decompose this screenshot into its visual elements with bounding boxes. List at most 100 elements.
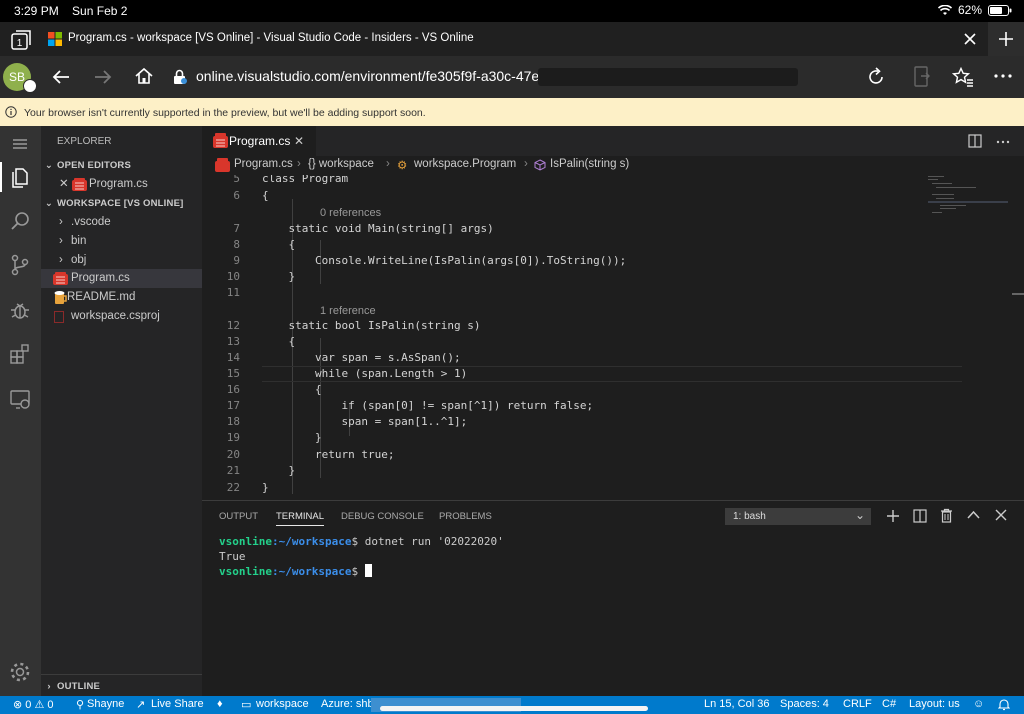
chevron-down-icon: ⌄ — [854, 508, 865, 522]
profile-avatar[interactable]: SB — [3, 63, 37, 93]
info-icon — [5, 106, 17, 118]
chevron-down-icon: ⌄ — [44, 160, 54, 171]
browser-toolbar: SB online.visualstudio.com/environment/f… — [0, 56, 1024, 98]
remote-explorer-icon[interactable] — [8, 387, 32, 411]
line-number: 9 — [233, 254, 240, 267]
more-actions-icon[interactable] — [996, 140, 1010, 144]
line-number: 17 — [226, 399, 240, 412]
keyboard-layout-indicator[interactable]: Layout: us — [909, 698, 960, 710]
open-editors-header[interactable]: ⌄ OPEN EDITORS — [41, 156, 202, 175]
more-options-icon[interactable] — [994, 74, 1012, 78]
extensions-icon[interactable] — [8, 342, 32, 366]
active-view-indicator — [0, 162, 2, 192]
code-lens-references[interactable]: 0 references — [320, 207, 381, 219]
tabs-overview-button[interactable]: 1 — [11, 30, 31, 50]
folder-icon: ▭ — [241, 699, 252, 711]
battery-icon — [988, 4, 1012, 16]
method-icon — [534, 159, 546, 171]
open-editor-item[interactable]: ✕ Program.cs — [41, 175, 202, 194]
bottom-panel: OUTPUT TERMINAL DEBUG CONSOLE PROBLEMS 1… — [202, 500, 1024, 696]
tree-item-program-cs[interactable]: Program.cs — [41, 269, 202, 288]
terminal-cursor — [364, 564, 372, 577]
tree-item-readme[interactable]: README.md — [41, 288, 202, 307]
code-line: var span = s.AsSpan(); — [262, 351, 461, 364]
ios-status-bar: 3:29 PM Sun Feb 2 62% — [0, 0, 1024, 22]
trash-icon[interactable] — [940, 508, 953, 523]
home-icon[interactable] — [134, 67, 154, 85]
code-line: return true; — [262, 448, 395, 461]
terminal-select[interactable]: 1: bash ⌄ — [725, 508, 871, 525]
project-file-icon — [54, 311, 64, 323]
eol-indicator[interactable]: CRLF — [843, 698, 872, 710]
prompt-path: :~/workspace — [271, 565, 352, 578]
tree-item-bin[interactable]: › bin — [41, 232, 202, 251]
back-icon[interactable] — [52, 69, 70, 85]
explorer-sidebar: EXPLORER ⌄ OPEN EDITORS ✕ Program.cs ⌄ WOR… — [41, 126, 202, 696]
code-editor[interactable]: 5 class Program 6 { 0 references 7 stati… — [202, 175, 1024, 500]
close-tab-icon[interactable] — [963, 32, 977, 46]
search-icon[interactable] — [8, 209, 32, 233]
notifications-bell-icon[interactable] — [998, 698, 1010, 711]
workspace-header[interactable]: ⌄ WORKSPACE [VS ONLINE] — [41, 194, 202, 213]
tree-item-vscode[interactable]: › .vscode — [41, 213, 202, 232]
favorites-icon[interactable] — [952, 67, 974, 87]
breadcrumb-method[interactable]: IsPalin(string s) — [550, 158, 629, 170]
minimap[interactable] — [926, 175, 1012, 219]
new-terminal-icon[interactable] — [886, 509, 900, 523]
split-terminal-icon[interactable] — [913, 509, 927, 523]
live-share-icon: ↗ — [136, 699, 146, 711]
prompt-path: :~/workspace — [271, 535, 352, 548]
workspace-indicator[interactable]: workspace — [256, 698, 309, 710]
user-indicator[interactable]: Shayne — [87, 698, 124, 710]
forward-icon[interactable] — [94, 69, 112, 85]
tab-terminal[interactable]: TERMINAL — [276, 511, 324, 522]
url-field[interactable]: online.visualstudio.com/environment/fe30… — [196, 68, 559, 84]
explorer-icon[interactable] — [8, 165, 32, 189]
line-number: 22 — [226, 481, 240, 494]
browser-tab-title[interactable]: Program.cs - workspace [VS Online] - Vis… — [68, 32, 474, 44]
indentation-indicator[interactable]: Spaces: 4 — [780, 698, 829, 710]
line-number: 20 — [226, 448, 240, 461]
tree-item-csproj[interactable]: workspace.csproj — [41, 307, 202, 326]
lock-icon[interactable] — [173, 69, 187, 85]
code-lens-references[interactable]: 1 reference — [320, 305, 376, 317]
wifi-icon — [937, 4, 952, 16]
close-icon[interactable]: ✕ — [294, 134, 304, 148]
outline-header[interactable]: › OUTLINE — [41, 677, 202, 696]
feedback-icon[interactable]: ☺ — [973, 698, 984, 710]
azure-account-indicator[interactable]: Azure: shboyer@microsoft.com — [321, 696, 551, 714]
terminal-prompt-end: $ — [351, 565, 365, 578]
cursor-position[interactable]: Ln 15, Col 36 — [704, 698, 769, 710]
settings-gear-icon[interactable] — [8, 660, 32, 684]
code-line: } — [262, 481, 269, 494]
code-line: } — [262, 270, 296, 283]
source-control-icon[interactable] — [8, 253, 32, 277]
language-indicator[interactable]: C# — [882, 698, 896, 710]
terminal-output[interactable]: vsonline:~/workspace$ dotnet run '020220… — [219, 534, 504, 579]
tab-problems[interactable]: PROBLEMS — [439, 511, 492, 522]
close-panel-icon[interactable] — [995, 509, 1007, 521]
line-number: 5 — [233, 175, 240, 185]
problems-indicator[interactable]: ⊗ 0 ⚠ 0 — [13, 698, 53, 711]
new-tab-button[interactable] — [988, 22, 1024, 56]
tree-item-obj[interactable]: › obj — [41, 251, 202, 270]
tab-output[interactable]: OUTPUT — [219, 511, 258, 522]
home-indicator-bar — [380, 706, 648, 711]
tab-debug-console[interactable]: DEBUG CONSOLE — [341, 511, 424, 522]
read-aloud-icon[interactable] — [912, 66, 932, 88]
line-number: 18 — [226, 415, 240, 428]
close-editor-icon[interactable]: ✕ — [59, 175, 69, 194]
live-share-button[interactable]: Live Share — [151, 698, 204, 710]
refresh-icon[interactable] — [866, 67, 886, 87]
breadcrumb-class[interactable]: workspace.Program — [414, 158, 516, 170]
chevron-right-icon: › — [59, 235, 63, 247]
breadcrumb-file[interactable]: Program.cs — [234, 158, 293, 170]
split-editor-icon[interactable] — [968, 134, 982, 148]
debug-icon[interactable] — [8, 298, 32, 322]
breadcrumb-namespace[interactable]: {} workspace — [308, 158, 374, 170]
maximize-panel-icon[interactable] — [967, 510, 980, 520]
editor-tab-program-cs[interactable]: Program.cs ✕ — [202, 126, 316, 156]
open-editors-title: OPEN EDITORS — [57, 160, 132, 171]
csharp-file-icon — [52, 272, 69, 286]
menu-icon[interactable] — [8, 132, 32, 156]
